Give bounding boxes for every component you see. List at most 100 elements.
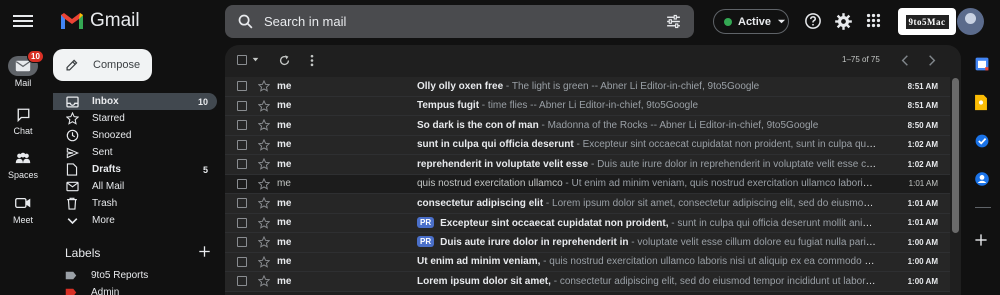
star-icon[interactable] bbox=[258, 236, 270, 248]
label-item[interactable]: 9to5 Reports bbox=[65, 270, 148, 281]
label-item[interactable]: Admin bbox=[65, 287, 119, 295]
rail-item-meet[interactable]: Meet bbox=[0, 193, 46, 225]
search-bar[interactable]: Search in mail bbox=[225, 5, 694, 38]
labels-heading: Labels bbox=[65, 246, 101, 260]
email-snippet: The light is green -- Abner Li Editor-in… bbox=[511, 80, 760, 92]
email-time: 1:01 AM bbox=[908, 179, 938, 189]
tasks-icon[interactable] bbox=[974, 133, 990, 149]
folder-sent[interactable]: Sent bbox=[53, 144, 217, 161]
folder-label: Sent bbox=[92, 147, 113, 158]
email-sender: me bbox=[277, 275, 292, 287]
star-icon[interactable] bbox=[258, 255, 270, 268]
star-icon[interactable] bbox=[258, 216, 270, 229]
status-dot bbox=[724, 17, 732, 26]
email-row[interactable]: me Lorem ipsum dolor sit amet, - consecte… bbox=[225, 272, 950, 292]
star-icon[interactable] bbox=[258, 119, 270, 131]
email-row[interactable]: me quis nostrud exercitation ullamco - Ut… bbox=[225, 174, 950, 194]
chat-icon bbox=[17, 108, 29, 122]
email-row[interactable]: me Ut enim ad minim veniam, - quis nostru… bbox=[225, 252, 950, 272]
email-row[interactable]: me reprehenderit in voluptate velit esse … bbox=[225, 155, 950, 175]
add-app-icon[interactable] bbox=[974, 233, 988, 247]
list-toolbar: 1–75 of 75 bbox=[225, 45, 961, 75]
avatar[interactable] bbox=[957, 8, 984, 35]
email-row[interactable]: me PR Duis aute irure dolor in reprehender… bbox=[225, 233, 950, 253]
folder-drafts[interactable]: Drafts 5 bbox=[53, 161, 217, 178]
email-snippet: sunt in culpa qui officia deserunt molli… bbox=[677, 217, 877, 229]
star-icon[interactable] bbox=[258, 99, 270, 112]
email-row[interactable]: me sunt in culpa qui officia deserunt - E… bbox=[225, 135, 950, 155]
row-checkbox[interactable] bbox=[237, 237, 247, 248]
select-all-checkbox[interactable] bbox=[237, 55, 247, 65]
chevron-right-icon[interactable] bbox=[928, 55, 936, 66]
status-selector[interactable]: Active bbox=[713, 9, 789, 34]
refresh-icon[interactable] bbox=[278, 54, 291, 67]
scrollbar[interactable] bbox=[952, 78, 959, 233]
star-icon[interactable] bbox=[258, 275, 270, 287]
meet-icon bbox=[15, 197, 31, 209]
star-icon[interactable] bbox=[258, 138, 270, 151]
row-checkbox[interactable] bbox=[237, 276, 247, 287]
chevron-left-icon[interactable] bbox=[901, 55, 909, 66]
folder-trash[interactable]: Trash bbox=[53, 195, 217, 212]
calendar-icon[interactable] bbox=[974, 56, 990, 72]
keep-icon[interactable] bbox=[974, 94, 988, 111]
folder-more[interactable]: More bbox=[53, 212, 217, 229]
email-subject: consectetur adipiscing elit bbox=[417, 197, 544, 209]
search-options-icon[interactable] bbox=[665, 13, 682, 30]
email-row[interactable]: me So dark is the con of man - Madonna of… bbox=[225, 116, 950, 136]
mail-badge: 10 bbox=[27, 50, 44, 63]
row-checkbox[interactable] bbox=[237, 217, 247, 228]
all-mail-icon bbox=[65, 180, 79, 194]
row-checkbox[interactable] bbox=[237, 178, 247, 189]
contacts-icon[interactable] bbox=[974, 171, 990, 187]
app-name: Gmail bbox=[90, 10, 140, 31]
account-logo[interactable]: 9to5Mac bbox=[898, 8, 956, 35]
settings-gear-icon[interactable] bbox=[834, 12, 853, 31]
rail-item-mail[interactable]: 10 Mail bbox=[0, 50, 46, 88]
folder-snoozed[interactable]: Snoozed bbox=[53, 127, 217, 144]
rail-item-spaces[interactable]: Spaces bbox=[0, 148, 46, 180]
email-sender: me bbox=[277, 256, 292, 268]
search-icon[interactable] bbox=[237, 13, 254, 30]
row-checkbox[interactable] bbox=[237, 100, 247, 111]
mail-pill: 10 bbox=[8, 50, 44, 76]
row-checkbox[interactable] bbox=[237, 139, 247, 150]
help-icon[interactable] bbox=[804, 12, 822, 30]
add-label-icon[interactable] bbox=[198, 245, 211, 258]
star-icon[interactable] bbox=[258, 197, 270, 209]
folder-list: Inbox 10 Starred Snoozed Sent Drafts 5 A… bbox=[53, 93, 217, 229]
search-input[interactable]: Search in mail bbox=[264, 14, 346, 29]
apps-grid-icon[interactable] bbox=[865, 12, 882, 29]
email-subject: Tempus fugit bbox=[417, 100, 480, 112]
row-checkbox[interactable] bbox=[237, 120, 247, 131]
email-row[interactable]: me Tempus fugit - time flies -- Abner Li … bbox=[225, 96, 950, 116]
row-checkbox[interactable] bbox=[237, 256, 247, 267]
folder-starred[interactable]: Starred bbox=[53, 110, 217, 127]
row-checkbox[interactable] bbox=[237, 198, 247, 209]
email-row[interactable]: me PR Excepteur sint occaecat cupidatat no… bbox=[225, 213, 950, 233]
email-time: 1:01 AM bbox=[907, 218, 938, 228]
more-options-icon[interactable] bbox=[309, 54, 315, 67]
star-icon[interactable] bbox=[258, 158, 270, 170]
email-time: 1:00 AM bbox=[907, 237, 938, 247]
folder-inbox[interactable]: Inbox 10 bbox=[53, 93, 217, 110]
select-dropdown-icon[interactable] bbox=[252, 57, 259, 63]
main-menu-button[interactable] bbox=[13, 12, 33, 32]
row-checkbox[interactable] bbox=[237, 159, 247, 170]
star-icon[interactable] bbox=[258, 177, 270, 190]
rail-item-chat[interactable]: Chat bbox=[0, 104, 46, 136]
email-time: 1:00 AM bbox=[907, 257, 938, 267]
row-checkbox[interactable] bbox=[237, 81, 247, 92]
gmail-m-icon bbox=[61, 13, 83, 29]
email-sender: me bbox=[277, 197, 292, 209]
email-row[interactable]: me consectetur adipiscing elit - Lorem ip… bbox=[225, 194, 950, 214]
folder-label: All Mail bbox=[92, 181, 125, 192]
compose-button[interactable]: Compose bbox=[53, 49, 152, 81]
folder-all-mail[interactable]: All Mail bbox=[53, 178, 217, 195]
email-content: So dark is the con of man - Madonna of t… bbox=[417, 119, 819, 131]
email-row[interactable]: me Olly olly oxen free - The light is gre… bbox=[225, 77, 950, 97]
star-icon[interactable] bbox=[258, 80, 270, 92]
email-sender: me bbox=[277, 100, 292, 112]
label-name: Admin bbox=[91, 287, 120, 295]
gmail-logo[interactable]: Gmail bbox=[60, 10, 140, 32]
